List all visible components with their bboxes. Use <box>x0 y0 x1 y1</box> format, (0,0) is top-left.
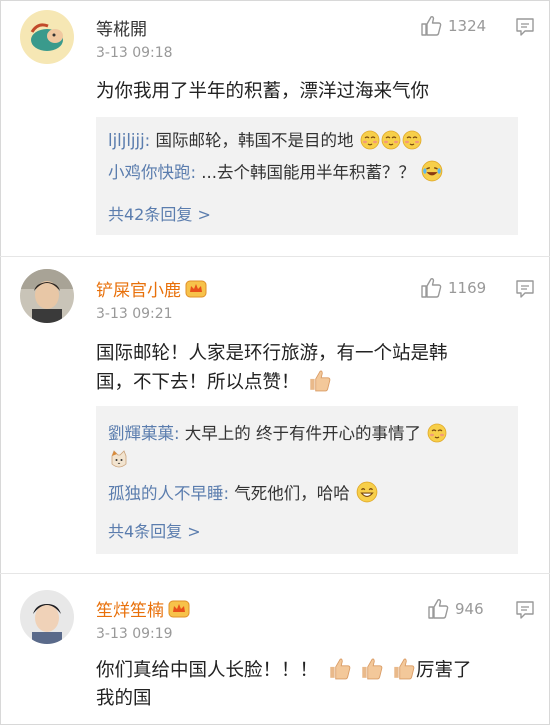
reply-username[interactable]: 小鸡你快跑: <box>108 163 196 182</box>
like-button[interactable]: 1169 <box>420 277 486 299</box>
reply-item: ljljljjj: 国际邮轮，韩国不是目的地 <box>108 127 422 151</box>
comment-time: 3-13 09:19 <box>96 626 173 642</box>
username-text: 铲屎官小鹿 <box>96 281 181 301</box>
like-count: 1169 <box>448 279 487 297</box>
like-count: 946 <box>455 600 484 618</box>
comment-text-line: 国际邮轮！人家是环行旅游，有一个站是韩 <box>96 343 448 364</box>
vip-crown-icon <box>185 280 207 298</box>
like-button[interactable]: 946 <box>427 598 484 620</box>
comment-icon[interactable] <box>515 17 535 37</box>
reply-box: 劉輝菓菓: 大早上的 终于有件开心的事情了 孤独的人不早睡: 气死他们，哈哈 共… <box>96 406 518 554</box>
comment-text-line: 我的国 <box>96 688 152 709</box>
shy-face-emoji <box>402 130 422 150</box>
comment-icon[interactable] <box>515 279 535 299</box>
cat-emoji <box>111 450 127 468</box>
thumbs-up-emoji <box>393 658 415 680</box>
shy-face-emoji <box>427 423 447 443</box>
comment-text-part: 国，不下去！所以点赞！ <box>96 372 300 393</box>
comment-time: 3-13 09:21 <box>96 306 173 322</box>
divider <box>0 573 550 574</box>
comment-time: 3-13 09:18 <box>96 45 173 61</box>
reply-username[interactable]: 劉輝菓菓: <box>108 424 180 443</box>
like-count: 1324 <box>448 17 487 35</box>
username[interactable]: 铲屎官小鹿 <box>96 276 207 301</box>
vip-crown-icon <box>168 600 190 618</box>
view-replies-link[interactable]: 共42条回复 > <box>108 201 211 225</box>
thumbs-up-emoji <box>361 658 383 680</box>
reply-text: 气死他们，哈哈 <box>229 484 350 503</box>
grin-emoji <box>356 481 378 503</box>
reply-item: 孤独的人不早睡: 气死他们，哈哈 <box>108 480 378 504</box>
reply-text: 国际邮轮，韩国不是目的地 <box>150 131 354 150</box>
laugh-cry-emoji <box>421 160 443 182</box>
thumb-up-icon <box>428 599 449 619</box>
comment-text: 为你我用了半年的积蓄，漂洋过海来气你 <box>96 81 430 102</box>
thumbs-up-emoji <box>329 658 351 680</box>
avatar[interactable] <box>20 269 74 323</box>
username[interactable]: 等椛開 <box>96 15 147 40</box>
avatar[interactable] <box>20 10 74 64</box>
comment-icon[interactable] <box>515 600 535 620</box>
username[interactable]: 笙烊笙楠 <box>96 596 190 621</box>
comment-text-part: 厉害了 <box>416 660 472 681</box>
reply-item: 劉輝菓菓: 大早上的 终于有件开心的事情了 <box>108 420 447 444</box>
reply-item: 小鸡你快跑: ...去个韩国能用半年积蓄？？ <box>108 159 443 183</box>
comment-text: 你们真给中国人长脸！！！ 厉害了 我的国 <box>96 656 516 713</box>
shy-face-emoji <box>381 130 401 150</box>
reply-username[interactable]: ljljljjj: <box>108 131 150 150</box>
thumbs-up-emoji <box>309 370 330 392</box>
view-replies-link[interactable]: 共4条回复 > <box>108 518 201 542</box>
avatar[interactable] <box>20 590 74 644</box>
divider <box>0 256 550 257</box>
thumb-up-icon <box>421 278 442 298</box>
reply-username[interactable]: 孤独的人不早睡: <box>108 484 229 503</box>
reply-text: ...去个韩国能用半年积蓄？？ <box>196 163 416 182</box>
comment-text-line: 国，不下去！所以点赞！ <box>96 368 516 397</box>
reply-box: ljljljjj: 国际邮轮，韩国不是目的地 小鸡你快跑: ...去个韩国能用半… <box>96 117 518 235</box>
comment-text: 国际邮轮！人家是环行旅游，有一个站是韩 国，不下去！所以点赞！ <box>96 340 516 397</box>
shy-face-emoji <box>360 130 380 150</box>
comment-text-part: 你们真给中国人长脸！！！ <box>96 660 319 681</box>
username-text: 笙烊笙楠 <box>96 601 164 621</box>
like-button[interactable]: 1324 <box>420 15 486 37</box>
comment-text-line: 你们真给中国人长脸！！！ 厉害了 <box>96 656 516 685</box>
thumb-up-icon <box>421 16 442 36</box>
reply-text: 大早上的 终于有件开心的事情了 <box>179 424 422 443</box>
